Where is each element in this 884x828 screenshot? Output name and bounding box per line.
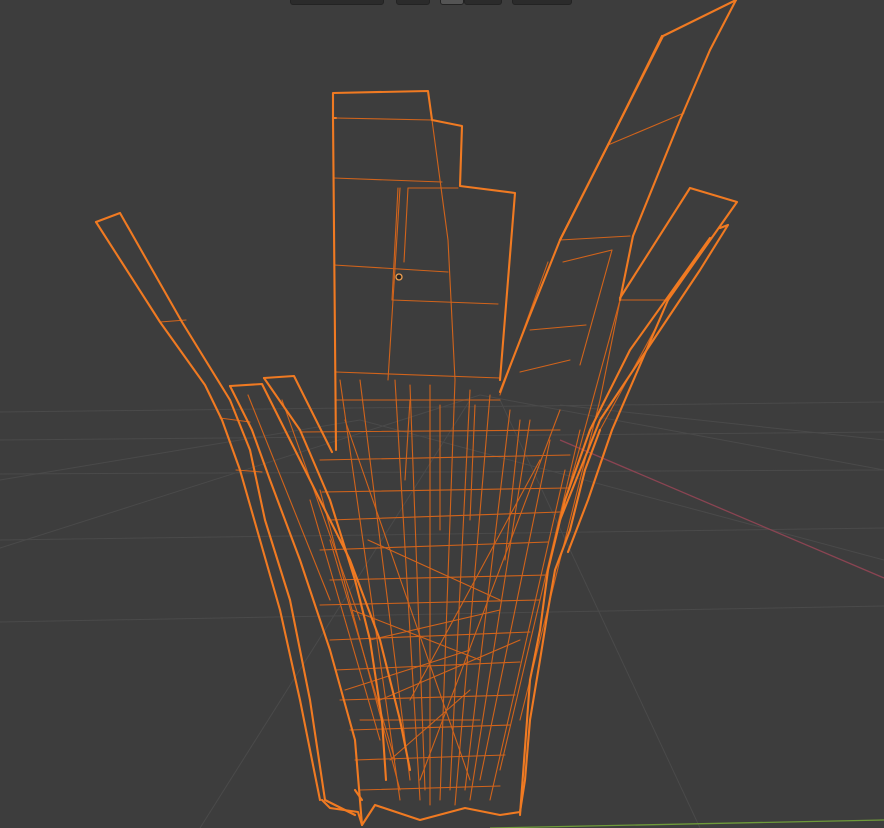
- floor-grid: [0, 394, 884, 828]
- viewport-scene: [0, 0, 884, 828]
- y-axis-line: [489, 819, 884, 828]
- 3d-viewport[interactable]: [0, 0, 884, 828]
- object-origin-dot[interactable]: [395, 273, 403, 281]
